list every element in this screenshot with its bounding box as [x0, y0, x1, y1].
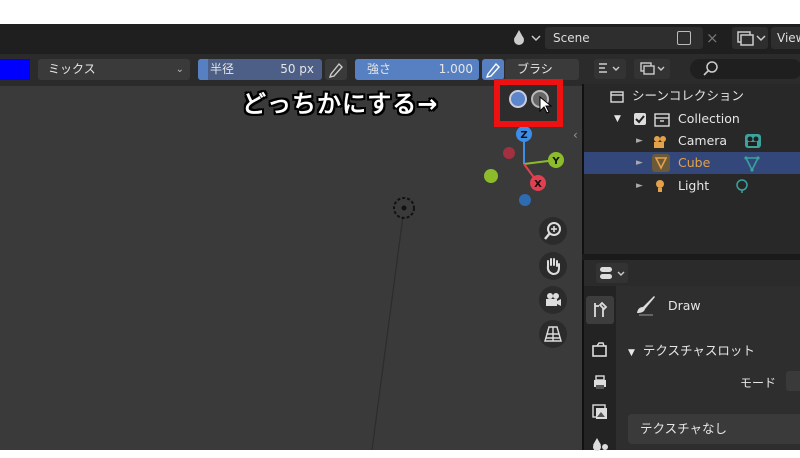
mesh-icon — [652, 154, 670, 172]
pan-button[interactable] — [539, 252, 567, 280]
mouse-cursor-icon — [539, 95, 553, 118]
outliner-row-collection[interactable]: ▼ Collection — [584, 108, 800, 130]
texture-slot-field[interactable]: テクスチャなし — [628, 414, 800, 444]
properties-header — [584, 260, 800, 286]
camera-guide-line — [371, 215, 404, 450]
brush-menu[interactable]: ブラシ — [505, 59, 579, 80]
svg-text:Y: Y — [551, 156, 560, 167]
render-icon — [592, 342, 607, 357]
checkbox-icon[interactable] — [634, 113, 646, 125]
3d-viewport[interactable]: Z Y X — [0, 86, 582, 450]
brush-icon — [634, 292, 658, 320]
brush-menu-label: ブラシ — [517, 62, 553, 76]
strength-slider[interactable]: 強さ 1.000 — [355, 59, 479, 80]
view-layer-browse-button[interactable] — [732, 27, 768, 49]
camera-view-button[interactable] — [539, 286, 567, 314]
tab-view-layer[interactable] — [586, 398, 614, 426]
zoom-icon — [544, 222, 561, 240]
svg-text:X: X — [534, 179, 542, 190]
ortho-toggle-button[interactable] — [539, 320, 567, 348]
outliner-row-camera[interactable]: ► Camera — [584, 130, 800, 152]
mode-label: モード — [740, 376, 777, 390]
scene-name-text: Scene — [553, 31, 590, 45]
strength-label: 強さ — [367, 62, 392, 76]
annotation-text: どっちかにする→ — [242, 90, 439, 118]
cube-label: Cube — [678, 155, 711, 170]
grid-icon — [544, 326, 562, 342]
radius-slider[interactable]: 半径 50 px — [198, 59, 322, 80]
scene-collection-label: シーンコレクション — [632, 88, 744, 103]
expand-arrow-icon[interactable]: ► — [636, 175, 643, 197]
light-data-icon — [734, 178, 750, 201]
printer-icon — [594, 375, 606, 389]
light-label: Light — [678, 178, 710, 193]
radius-value: 50 px — [280, 62, 314, 76]
shading-toggle-a-icon[interactable] — [509, 90, 527, 108]
camera-label: Camera — [678, 133, 728, 148]
view-layer-field[interactable]: View — [771, 27, 800, 49]
camera-icon — [546, 293, 561, 306]
duplicate-scene-icon[interactable] — [677, 31, 691, 45]
axis-neg-x-icon — [503, 147, 515, 159]
expand-arrow-icon[interactable]: ▼ — [614, 108, 621, 130]
light-icon — [652, 178, 668, 201]
pen-pressure-icon — [328, 62, 343, 78]
axis-gizmo[interactable]: Z Y X — [484, 126, 564, 206]
collapse-arrow-icon: ▼ — [628, 348, 635, 358]
mode-dropdown[interactable] — [786, 371, 800, 391]
pen-pressure-icon — [485, 62, 500, 78]
outliner-row-light[interactable]: ► Light — [584, 175, 800, 197]
texture-slot-value: テクスチャなし — [640, 421, 728, 436]
texture-slots-panel-header[interactable]: ▼ テクスチャスロット — [620, 340, 800, 362]
sidebar-toggle-icon[interactable]: ‹ — [573, 128, 578, 142]
panel-title-text: テクスチャスロット — [642, 343, 755, 358]
outliner-row-cube[interactable]: ► Cube — [584, 152, 800, 174]
tab-render[interactable] — [586, 336, 614, 364]
svg-text:Z: Z — [520, 130, 527, 141]
outliner-row-scene-collection[interactable]: シーンコレクション — [584, 85, 800, 107]
scene-name-field[interactable]: Scene — [545, 27, 703, 49]
zoom-button[interactable] — [539, 217, 567, 245]
tab-tool[interactable] — [586, 296, 614, 324]
blend-mode-dropdown[interactable]: ミックス ⌄ — [38, 59, 190, 80]
outliner-search-input[interactable] — [690, 58, 800, 80]
editor-type-button[interactable] — [584, 260, 644, 286]
hand-icon — [546, 258, 560, 276]
object-origin-icon — [393, 197, 415, 219]
collection-label: Collection — [678, 111, 740, 126]
scene-icon — [593, 438, 608, 451]
radius-pressure-button[interactable] — [325, 59, 347, 80]
brush-color-swatch[interactable] — [0, 59, 30, 80]
radius-slider-fill — [198, 59, 208, 80]
remove-scene-button[interactable]: × — [706, 27, 719, 49]
image-stack-icon — [592, 404, 607, 419]
blend-mode-text: ミックス — [48, 62, 96, 76]
tool-settings-icon — [594, 301, 608, 317]
strength-pressure-button[interactable] — [482, 59, 504, 80]
tab-output[interactable] — [586, 368, 614, 396]
strength-value: 1.000 — [438, 62, 473, 76]
axis-neg-z-icon — [519, 194, 531, 206]
scene-browse-button[interactable] — [512, 27, 542, 53]
expand-arrow-icon[interactable]: ► — [636, 130, 643, 152]
tab-scene[interactable] — [586, 430, 614, 458]
chevron-down-icon: ⌄ — [175, 64, 184, 75]
tool-name-label: Draw — [668, 298, 701, 313]
axis-neg-y-icon — [484, 169, 498, 183]
radius-label: 半径 — [210, 62, 235, 76]
expand-arrow-icon[interactable]: ► — [636, 152, 643, 174]
